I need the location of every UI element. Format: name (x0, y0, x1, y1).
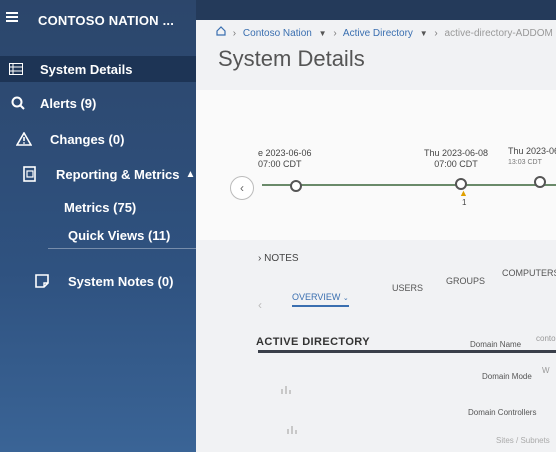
sidebar-item-changes[interactable]: Changes (0) (0, 126, 124, 152)
chevron-up-icon[interactable]: ▲ (186, 169, 196, 180)
sidebar-item-system-notes[interactable]: System Notes (0) (0, 268, 173, 294)
chevron-down-icon: ⌄ (342, 295, 349, 302)
tab-groups[interactable]: GROUPS (446, 276, 485, 286)
timeline-event-date: Thu 2023-06-08 (424, 148, 489, 158)
timeline-event-date: e 2023-06-06 (258, 148, 312, 158)
sidebar-item-system-details[interactable]: System Details (0, 56, 196, 82)
timeline-event-date: Thu 2023-06-08 (508, 146, 556, 156)
timeline-event-label: e 2023-06-06 07:00 CDT (258, 148, 312, 170)
field-label-domain-mode: Domain Mode (482, 372, 532, 381)
sidebar-item-alerts[interactable]: Alerts (9) (0, 90, 96, 116)
page-title: System Details (218, 46, 365, 71)
tab-overview[interactable]: OVERVIEW ⌄ (292, 292, 349, 307)
chevron-right-icon: › (333, 28, 337, 39)
chevron-left-icon: ‹ (240, 181, 244, 195)
app-title: CONTOSO NATION ... (38, 13, 175, 28)
breadcrumb-item[interactable]: Active Directory (343, 28, 413, 39)
breadcrumb-item[interactable]: active-directory-ADDOM (445, 28, 553, 39)
sidebar-item-label: System Details (40, 61, 133, 77)
timeline-event-label: Thu 2023-06-08 07:00 CDT (424, 148, 488, 170)
sidebar-item-reporting-metrics[interactable]: Reporting & Metrics ▲ (0, 161, 195, 187)
note-icon (32, 272, 52, 290)
timeline-event-time: 13:03 CDT (508, 159, 542, 166)
timeline-prev-button[interactable]: ‹ (230, 176, 254, 200)
top-bar (196, 0, 556, 20)
chevron-right-icon: › (232, 28, 237, 39)
sidebar-item-label: Changes (0) (50, 131, 125, 147)
chevron-right-icon: › (258, 253, 262, 264)
sidebar: CONTOSO NATION ... System Details Alerts… (0, 0, 216, 452)
timeline-card (196, 90, 556, 240)
timeline-event-time: 07:00 CDT (258, 159, 302, 169)
chevron-right-icon: › (434, 28, 438, 39)
app-window: CONTOSO NATION ... System Details Alerts… (0, 0, 556, 452)
report-icon (20, 165, 40, 183)
timeline-event-dot[interactable] (290, 180, 302, 192)
warning-count: 1 (462, 198, 467, 207)
warning-icon: ▲ (459, 188, 468, 198)
home-icon[interactable] (216, 26, 229, 39)
timeline-line (262, 184, 556, 186)
notes-label: NOTES (264, 253, 299, 264)
section-divider (258, 350, 556, 353)
tab-users[interactable]: USERS (392, 283, 423, 293)
bar-chart-icon (280, 384, 292, 397)
notes-toggle[interactable]: › NOTES (258, 253, 299, 264)
chevron-down-icon[interactable]: ▼ (420, 29, 428, 38)
field-label-domain-name: Domain Name (470, 340, 522, 349)
table-icon (6, 60, 26, 78)
field-value-domain-mode: W (542, 366, 550, 375)
tab-scroll-left-icon[interactable]: ‹ (258, 298, 262, 312)
brand-header: CONTOSO NATION ... (0, 0, 216, 50)
section-title: ACTIVE DIRECTORY (256, 336, 370, 348)
main-content: › Contoso Nation ▼ › Active Directory ▼ … (196, 0, 556, 452)
breadcrumb: › Contoso Nation ▼ › Active Directory ▼ … (216, 26, 556, 39)
search-icon (8, 94, 28, 112)
sidebar-divider (48, 248, 216, 249)
tab-computers[interactable]: COMPUTERS (502, 268, 556, 278)
field-label-sites-subnets: Sites / Subnets (496, 436, 550, 445)
sidebar-subitem-quick-views[interactable]: Quick Views (11) (68, 228, 170, 243)
timeline-event-dot[interactable] (534, 176, 546, 188)
breadcrumb-item[interactable]: Contoso Nation (243, 28, 312, 39)
menu-icon[interactable] (6, 12, 18, 22)
sidebar-item-label: Alerts (9) (40, 95, 97, 111)
warning-icon (14, 130, 34, 148)
tab-label: OVERVIEW (292, 292, 341, 302)
timeline-event-time: 07:00 CDT (434, 159, 478, 169)
timeline-event-label: Thu 2023-06-08 13:03 CDT (508, 146, 556, 168)
field-value-domain-name: conto (536, 334, 556, 343)
sidebar-item-label: Reporting & Metrics (56, 166, 180, 182)
chevron-down-icon[interactable]: ▼ (319, 29, 327, 38)
sidebar-subitem-metrics[interactable]: Metrics (75) (64, 200, 136, 215)
bar-chart-icon (286, 424, 298, 437)
sidebar-item-label: System Notes (0) (68, 273, 174, 289)
field-label-domain-controllers: Domain Controllers (468, 408, 537, 417)
